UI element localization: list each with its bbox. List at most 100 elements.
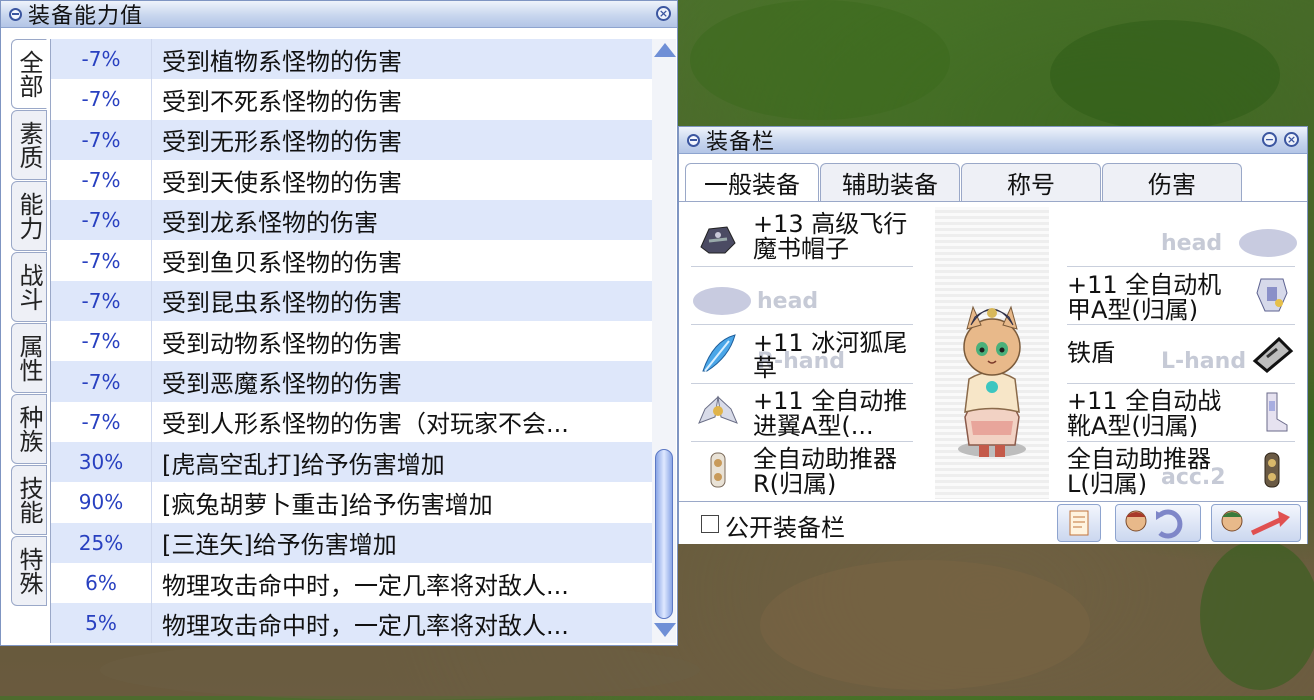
equipment-window: 装备栏 − × 一般装备 辅助装备 称号 伤害 +13 高级飞行 魔书帽子 he… [678, 126, 1308, 544]
stat-value: -7% [81, 127, 121, 152]
stat-description: 受到植物系怪物的伤害 [151, 39, 402, 80]
stat-description: 受到动物系怪物的伤害 [151, 321, 402, 362]
boots-icon[interactable] [1249, 389, 1295, 435]
item-name-line2: 魔书帽子 [753, 235, 849, 263]
document-icon [1069, 510, 1089, 536]
swap-equipment-button[interactable] [1115, 504, 1201, 542]
tab-general-equipment[interactable]: 一般装备 [685, 163, 819, 201]
stat-value: -7% [81, 288, 121, 313]
memo-button[interactable] [1057, 504, 1101, 542]
wing-icon[interactable] [695, 389, 741, 435]
stat-value: -7% [81, 369, 121, 394]
booster-icon[interactable] [695, 447, 741, 493]
equip-slot-head-top[interactable]: +13 高级飞行 魔书帽子 [753, 212, 923, 262]
shield-icon[interactable] [1249, 331, 1295, 377]
equip-slot-armor[interactable]: +11 全自动机 甲A型(归属) [1067, 273, 1247, 323]
scroll-down-icon[interactable] [654, 623, 676, 637]
list-item: 90% [疯兔胡萝卜重击]给予伤害增加 [51, 482, 653, 523]
scroll-up-icon[interactable] [654, 43, 676, 57]
tab-titles[interactable]: 称号 [961, 163, 1101, 201]
stat-description: 受到恶魔系怪物的伤害 [151, 361, 402, 402]
list-item: -7% 受到无形系怪物的伤害 [51, 119, 653, 160]
item-name-line2: R(归属) [753, 470, 837, 498]
slot-placeholder: head [757, 289, 819, 314]
stat-value: -7% [81, 208, 121, 233]
item-name-line2: L(归属) [1067, 470, 1148, 498]
list-item: -7% 受到昆虫系怪物的伤害 [51, 280, 653, 322]
tab-damage[interactable]: 伤害 [1102, 163, 1242, 201]
slot-placeholder: head [1161, 231, 1223, 256]
stat-description: 受到昆虫系怪物的伤害 [151, 280, 402, 322]
scrollbar[interactable] [652, 39, 676, 643]
booster-icon[interactable] [1249, 447, 1295, 493]
slot-divider [691, 266, 913, 267]
item-name-line2: 靴A型(归属) [1067, 412, 1199, 440]
slot-divider [1067, 324, 1295, 325]
item-name-line1: +11 冰河狐尾 [753, 329, 908, 357]
list-item: 6% 物理攻击命中时，一定几率将对敌人... [51, 562, 653, 604]
slot-divider [691, 441, 913, 442]
stat-value: -7% [81, 409, 121, 434]
character-sprite [958, 305, 1026, 457]
tab-abilities[interactable]: 能力 [11, 181, 47, 251]
stat-description: 受到鱼贝系怪物的伤害 [151, 240, 402, 281]
tab-element[interactable]: 属性 [11, 323, 47, 393]
list-item: -7% 受到天使系怪物的伤害 [51, 159, 653, 201]
hat-icon[interactable] [695, 217, 741, 263]
equip-slot-accessory-right[interactable]: 全自动助推器 R(归属) [753, 447, 923, 497]
public-equipment-label: 公开装备栏 [725, 514, 845, 542]
terrain-patch [690, 0, 950, 120]
equip-slot-left-hand[interactable]: 铁盾 [1067, 341, 1167, 366]
terrain-patch [100, 640, 700, 700]
stat-value: 5% [85, 611, 117, 636]
stat-value: -7% [81, 168, 121, 193]
equipment-stats-window: 装备能力值 × 全部 素质 能力 战斗 属性 种族 技能 特殊 -7% 受到植物系… [0, 0, 678, 646]
item-name-line1: 全自动助推器 [753, 445, 897, 473]
category-tabs: 全部 素质 能力 战斗 属性 种族 技能 特殊 [11, 39, 49, 607]
item-name-line1: 铁盾 [1067, 339, 1115, 367]
list-item: 30% [虎高空乱打]给予伤害增加 [51, 441, 653, 483]
close-icon[interactable]: × [656, 6, 671, 21]
title-bar[interactable]: 装备能力值 × [1, 1, 677, 29]
feather-icon[interactable] [695, 331, 741, 377]
stat-description: [疯兔胡萝卜重击]给予伤害增加 [151, 482, 493, 523]
terrain-patch [760, 560, 1090, 690]
equip-slot-accessory-left[interactable]: 全自动助推器 L(归属) [1067, 447, 1247, 497]
equip-slot-footgear[interactable]: +11 全自动战 靴A型(归属) [1067, 389, 1247, 439]
armor-icon[interactable] [1249, 271, 1295, 317]
tab-attributes[interactable]: 素质 [11, 110, 47, 180]
tab-auxiliary-equipment[interactable]: 辅助装备 [820, 163, 960, 201]
character-swap-icon [1125, 509, 1183, 539]
window-menu-icon[interactable] [687, 133, 700, 147]
scroll-thumb[interactable] [655, 449, 673, 619]
terrain-patch [1200, 540, 1314, 690]
window-title: 装备能力值 [28, 4, 144, 29]
item-name-line2: 进翼A型(... [753, 412, 874, 440]
minimize-icon[interactable]: − [1262, 132, 1277, 147]
stat-value: -7% [81, 329, 121, 354]
list-item: 25% [三连矢]给予伤害增加 [51, 522, 653, 563]
item-name-line1: +11 全自动推 [753, 387, 908, 415]
tab-skills[interactable]: 技能 [11, 465, 47, 535]
title-bar[interactable]: 装备栏 − × [679, 127, 1307, 155]
tab-special[interactable]: 特殊 [11, 536, 47, 606]
public-equipment-checkbox[interactable] [701, 515, 719, 533]
tab-combat[interactable]: 战斗 [11, 252, 47, 322]
list-item: -7% 受到不死系怪物的伤害 [51, 79, 653, 120]
slot-divider [1067, 441, 1295, 442]
equip-slot-garment[interactable]: +11 全自动推 进翼A型(... [753, 389, 923, 439]
window-menu-icon[interactable] [9, 7, 22, 21]
equip-slot-right-hand[interactable]: +11 冰河狐尾草 [753, 331, 923, 381]
list-item: -7% 受到人形系怪物的伤害（对玩家不会... [51, 401, 653, 442]
switch-character-button[interactable] [1211, 504, 1301, 542]
stat-description: 物理攻击命中时，一定几率将对敌人... [151, 562, 569, 604]
item-name-line1: 全自动助推器 [1067, 445, 1211, 473]
stat-description: 物理攻击命中时，一定几率将对敌人... [151, 603, 569, 644]
terrain-patch [1050, 20, 1280, 130]
tab-all[interactable]: 全部 [11, 39, 47, 109]
stat-value: 6% [85, 571, 117, 595]
tab-race[interactable]: 种族 [11, 394, 47, 464]
stat-value: -7% [81, 47, 121, 72]
stat-value: 90% [78, 490, 124, 515]
close-icon[interactable]: × [1284, 132, 1299, 147]
